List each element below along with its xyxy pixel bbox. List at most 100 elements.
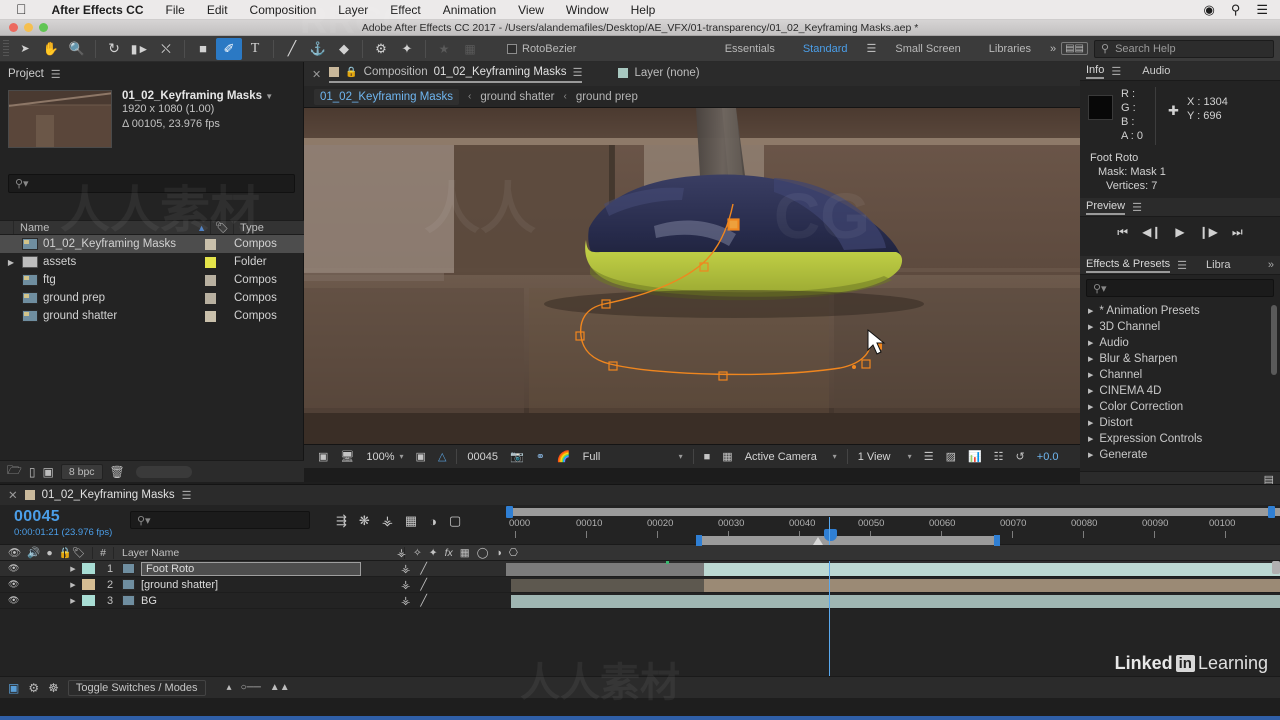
camera-select[interactable]: Active Camera ▾ [739, 451, 843, 463]
layer-switches[interactable]: ⚶ ╱ [361, 562, 467, 575]
frame-blending-icon[interactable]: ▦ [405, 513, 417, 529]
col-name[interactable]: Name ▲ [14, 222, 210, 234]
new-comp-icon[interactable]: ▯ [29, 465, 36, 479]
menu-view[interactable]: View [507, 3, 555, 17]
work-area-start-handle[interactable] [506, 506, 513, 518]
workspace-menu-icon[interactable]: ☰ [861, 42, 881, 55]
panel-menu-icon[interactable]: ☰ [1177, 259, 1187, 272]
effects-category-row[interactable]: ▶ Generate [1080, 447, 1280, 463]
work-area-subrange-end[interactable] [994, 535, 1000, 546]
reset-exposure-icon[interactable]: ↺ [1010, 450, 1031, 463]
workspace-small-screen[interactable]: Small Screen [881, 43, 974, 55]
toggle-switches-modes-button[interactable]: Toggle Switches / Modes [67, 679, 206, 696]
comp-flowchart-icon[interactable]: ☷ [988, 450, 1010, 463]
brainstorm-icon[interactable]: ⚙ [28, 681, 39, 695]
menu-after-effects-cc[interactable]: After Effects CC [41, 3, 155, 17]
close-tab-icon[interactable]: ✕ [8, 488, 18, 502]
resolution-select[interactable]: Full ▾ [577, 451, 689, 463]
label-swatch[interactable] [82, 563, 95, 574]
timeline-scrollbar-handle[interactable] [1272, 561, 1280, 574]
region-interest-toggle-icon[interactable]: ■ [698, 451, 717, 463]
timeline-search-input[interactable]: ⚲▾ [130, 511, 310, 529]
label-swatch[interactable] [205, 238, 216, 250]
selection-tool[interactable]: ➤ [12, 38, 38, 60]
search-help-field[interactable]: ⚲ Search Help [1094, 39, 1274, 58]
quality-icon[interactable]: ╱ [420, 594, 427, 607]
workspace-essentials[interactable]: Essentials [711, 43, 789, 55]
text-tool[interactable]: T [242, 38, 268, 60]
menu-edit[interactable]: Edit [196, 3, 239, 17]
col-label-icon[interactable]: 🏷 [210, 221, 234, 234]
effects-category-row[interactable]: ▶ * Animation Presets [1080, 303, 1280, 319]
layer-name[interactable]: BG [141, 595, 361, 607]
effects-category-row[interactable]: ▶ Color Correction [1080, 399, 1280, 415]
effects-category-row[interactable]: ▶ Audio [1080, 335, 1280, 351]
zoom-level-select[interactable]: 100% ▾ [360, 451, 409, 463]
monitor-icon[interactable]: 🖥 [334, 450, 360, 463]
play-button[interactable]: ▶ [1175, 225, 1184, 239]
work-area-bar[interactable] [506, 508, 1280, 516]
delete-icon[interactable]: 🗑 [110, 465, 125, 479]
snapshot-icon[interactable]: 📷 [504, 450, 530, 463]
composition-viewer[interactable]: 人人 CG [304, 108, 1080, 444]
motion-blur-icon[interactable]: ◑ [429, 514, 437, 529]
project-search-input[interactable]: ⚲▾ [8, 174, 295, 193]
puppet-pin-tool[interactable]: ✦ [394, 38, 420, 60]
current-time-display[interactable]: 00045 0:00:01:21 (23.976 fps) [0, 505, 130, 538]
expand-toggle[interactable]: ▶ [0, 258, 22, 267]
zoom-in-icon[interactable]: ▲▲ [270, 682, 290, 693]
layer-visibility-toggle[interactable]: 👁 [0, 579, 64, 590]
comp-flowchart-icon[interactable]: ▣ [8, 681, 19, 695]
zoom-out-icon[interactable]: ▴ [227, 682, 232, 693]
always-preview-icon[interactable]: ▣ [312, 450, 334, 463]
current-time-indicator-line[interactable] [829, 561, 830, 693]
timeline-tab-label[interactable]: 01_02_Keyframing Masks [42, 489, 175, 501]
fast-previews-icon[interactable]: ▨ [940, 450, 962, 463]
layer-bar-bg[interactable] [511, 595, 1280, 608]
apple-logo-icon[interactable]:  [0, 2, 41, 16]
new-folder-icon[interactable]: 🗁 [7, 461, 22, 482]
prev-frame-button[interactable]: ◀❙ [1142, 225, 1161, 239]
quality-icon[interactable]: ╱ [420, 578, 427, 591]
hide-shy-layers-icon[interactable]: ⚶ [382, 513, 393, 529]
zoom-slider-handle[interactable]: ○── [241, 682, 261, 693]
panel-overflow-icon[interactable]: » [1268, 259, 1274, 271]
next-frame-button[interactable]: ❙▶ [1199, 225, 1218, 239]
tab-layer[interactable]: Layer (none) [618, 67, 700, 81]
workspace-libraries[interactable]: Libraries [975, 43, 1045, 55]
rotation-tool[interactable]: ↻ [101, 38, 127, 60]
work-area-subrange-start[interactable] [696, 535, 702, 546]
rotobezier-checkbox[interactable] [507, 43, 517, 54]
col-type[interactable]: Type [234, 222, 304, 234]
label-swatch[interactable] [205, 310, 216, 322]
draft-3d-icon[interactable]: ❋ [359, 513, 370, 529]
panel-menu-icon[interactable]: ☰ [573, 66, 583, 79]
breadcrumb-item-comp[interactable]: 01_02_Keyframing Masks [314, 88, 459, 105]
show-snapshot-icon[interactable]: ⚭ [530, 450, 551, 463]
layer-switches[interactable]: ⚶ ╱ [361, 594, 467, 607]
effects-category-row[interactable]: ▶ CINEMA 4D [1080, 383, 1280, 399]
grid-guides-icon[interactable]: ▣ [410, 450, 432, 463]
label-swatch[interactable] [82, 579, 95, 590]
layer-switches[interactable]: ⚶ ╱ [361, 578, 467, 591]
pen-tool[interactable]: ✐ [216, 37, 242, 60]
project-item-row[interactable]: ftg Compos [0, 271, 304, 289]
label-swatch[interactable] [205, 292, 216, 304]
effects-category-row[interactable]: ▶ Expression Controls [1080, 431, 1280, 447]
menu-help[interactable]: Help [620, 3, 667, 17]
tab-info[interactable]: Info [1086, 64, 1105, 79]
project-item-row[interactable]: 01_02_Keyframing Masks Compos [0, 235, 304, 253]
layer-bar-foot-roto-active[interactable] [704, 563, 1280, 576]
collapse-icon[interactable]: ⚶ [401, 578, 410, 591]
layer-visibility-toggle[interactable]: 👁 [0, 595, 64, 606]
layer-name[interactable]: [ground shatter] [141, 579, 361, 591]
quality-icon[interactable]: ╱ [420, 562, 427, 575]
last-frame-button[interactable]: ⏭ [1232, 225, 1243, 240]
menu-layer[interactable]: Layer [327, 3, 379, 17]
rotobezier-option[interactable]: RotoBezier [507, 43, 576, 55]
views-select[interactable]: 1 View ▾ [852, 451, 918, 463]
layer-visibility-toggle[interactable]: 👁 [0, 563, 64, 574]
adobe-stock-icon[interactable]: ▤▤ [1061, 42, 1088, 55]
label-swatch[interactable] [205, 274, 216, 286]
label-swatch[interactable] [205, 256, 216, 268]
